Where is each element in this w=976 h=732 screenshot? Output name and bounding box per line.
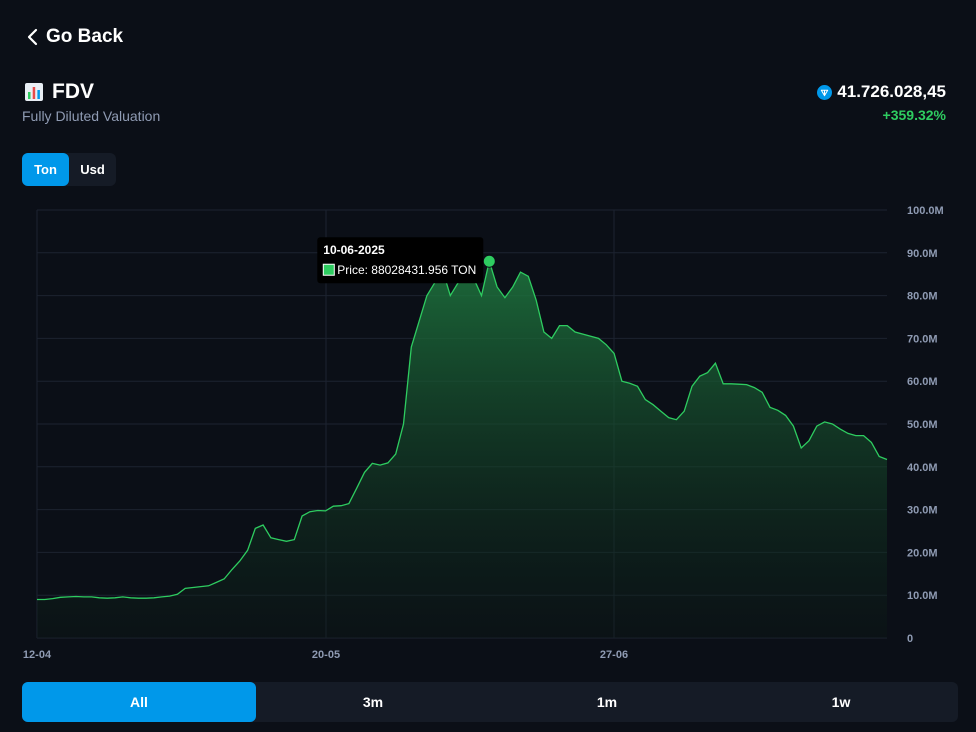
currency-toggle: Ton Usd xyxy=(22,153,116,186)
time-range-selector: All 3m 1m 1w xyxy=(22,682,958,722)
highlight-point xyxy=(482,254,496,268)
chevron-left-icon xyxy=(27,28,38,46)
y-tick-label: 100.0M xyxy=(907,205,944,217)
ton-icon xyxy=(817,84,833,100)
y-tick-label: 0 xyxy=(907,633,913,645)
x-tick-label: 12-04 xyxy=(23,649,52,661)
tooltip-date: 10-06-2025 xyxy=(323,243,385,257)
area-fill xyxy=(37,261,887,638)
fdv-value: 41.726.028,45 xyxy=(837,82,946,101)
x-tick-label: 27-06 xyxy=(600,649,628,661)
bar-chart-icon xyxy=(25,83,43,101)
fdv-change: +359.32% xyxy=(882,107,946,123)
y-tick-label: 70.0M xyxy=(907,333,938,345)
fdv-chart[interactable]: 0 10.0M 20.0M 30.0M 40.0M 50.0M 60.0M 70.0M 80.0… xyxy=(0,200,976,670)
x-tick-label: 20-05 xyxy=(312,649,340,661)
y-tick-label: 30.0M xyxy=(907,505,938,517)
go-back-button[interactable]: Go Back xyxy=(26,26,123,48)
tooltip-price: Price: 88028431.956 TON xyxy=(337,263,476,277)
y-tick-label: 20.0M xyxy=(907,547,938,559)
range-all-button[interactable]: All xyxy=(22,682,256,722)
y-tick-label: 90.0M xyxy=(907,248,938,260)
page-subtitle: Fully Diluted Valuation xyxy=(22,108,161,124)
y-tick-label: 80.0M xyxy=(907,291,938,303)
currency-usd-button[interactable]: Usd xyxy=(69,153,116,186)
page-title: FDV xyxy=(52,80,94,103)
tooltip-swatch xyxy=(322,263,335,276)
y-tick-label: 10.0M xyxy=(907,590,938,602)
go-back-label: Go Back xyxy=(46,26,124,47)
range-1w-button[interactable]: 1w xyxy=(724,682,958,722)
page-header: FDV xyxy=(24,80,94,104)
range-1m-button[interactable]: 1m xyxy=(490,682,724,722)
y-tick-label: 50.0M xyxy=(907,419,938,431)
y-tick-label: 60.0M xyxy=(907,376,938,388)
range-3m-button[interactable]: 3m xyxy=(256,682,490,722)
fdv-summary: 41.726.028,45 +359.32% xyxy=(817,82,946,123)
y-tick-label: 40.0M xyxy=(907,462,938,474)
currency-ton-button[interactable]: Ton xyxy=(22,153,69,186)
